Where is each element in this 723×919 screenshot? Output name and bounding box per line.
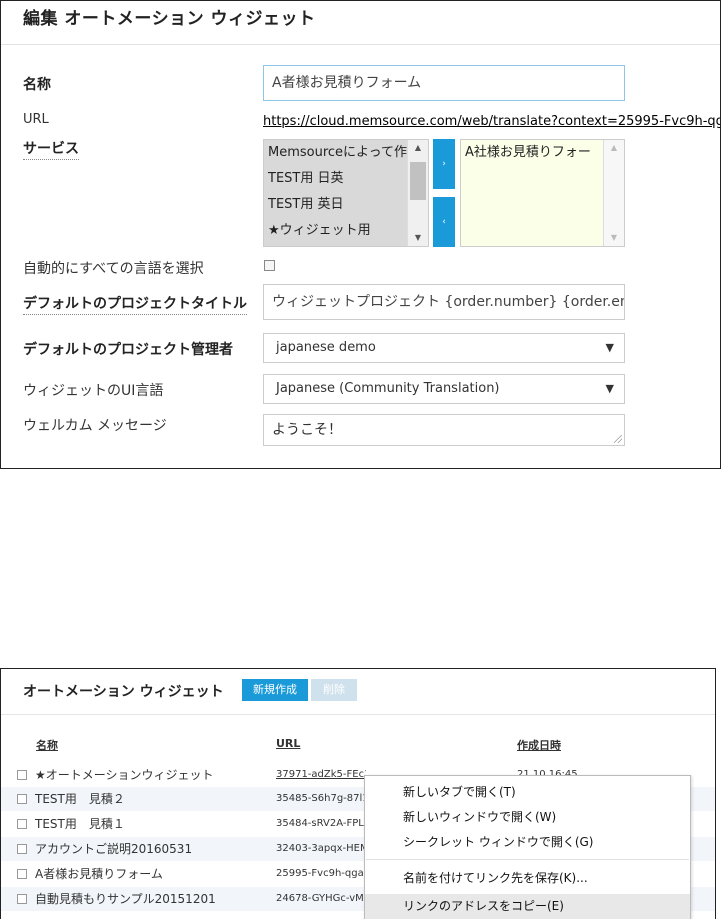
ui-language-value: Japanese (Community Translation) [276, 381, 500, 396]
welcome-message-textarea[interactable]: ようこそ！ [263, 414, 625, 446]
row-checkbox[interactable] [17, 869, 27, 879]
auto-select-languages-label: 自動的にすべての言語を選択 [23, 261, 204, 277]
name-input[interactable]: A者様お見積りフォーム [263, 65, 625, 101]
list-item[interactable]: A社様お見積りフォー [461, 140, 605, 166]
column-header-url[interactable]: URL [276, 737, 300, 750]
row-url-link[interactable]: 32403-3apqx-HEM [276, 837, 366, 861]
list-divider [1, 714, 715, 715]
row-name: ★オートメーションウィジェット [35, 768, 214, 782]
available-services-list[interactable]: Memsourceによって作 TEST用 日英 TEST用 英日 ★ウィジェット… [263, 139, 429, 247]
scroll-down-icon[interactable]: ▼ [408, 230, 428, 246]
welcome-message-label: ウェルカム メッセージ [23, 418, 167, 434]
dropdown-arrow-icon: ▼ [605, 382, 614, 395]
row-url-link[interactable]: 37971-adZk5-FEc13 [276, 763, 366, 787]
auto-select-languages-checkbox[interactable] [264, 260, 275, 271]
list-title: オートメーション ウィジェット [23, 684, 224, 700]
scroll-thumb[interactable] [410, 162, 426, 200]
list-item[interactable]: TEST用 英日 [264, 192, 408, 218]
link-context-menu: 新しいタブで開く(T) 新しいウィンドウで開く(W) シークレット ウィンドウで… [364, 775, 691, 919]
context-menu-open-new-tab[interactable]: 新しいタブで開く(T) [365, 780, 690, 805]
move-left-button[interactable]: ‹ [433, 197, 455, 247]
row-name: A者様お見積りフォーム [35, 867, 163, 881]
row-checkbox[interactable] [17, 894, 27, 904]
scroll-up-icon[interactable]: ▲ [604, 140, 624, 156]
welcome-message-value: ようこそ！ [272, 422, 342, 438]
column-header-name[interactable]: 名称 [36, 737, 58, 753]
default-manager-select[interactable]: japanese demo ▼ [263, 333, 625, 363]
resize-handle-icon[interactable] [614, 435, 622, 443]
list-item[interactable]: ★ウィジェット用 [264, 218, 408, 244]
name-label: 名称 [23, 77, 51, 93]
row-url-link[interactable]: 35485-S6h7g-87l1 [276, 787, 366, 811]
column-header-created[interactable]: 作成日時 [517, 737, 561, 753]
scroll-up-icon[interactable]: ▲ [408, 140, 428, 156]
row-url-link[interactable]: 35484-sRV2A-FPLv [276, 812, 366, 836]
list-item[interactable]: Memsourceによって作 [264, 140, 408, 166]
default-title-input[interactable]: ウィジェットプロジェクト {order.number} {order.emai [263, 284, 625, 320]
context-menu-open-new-window[interactable]: 新しいウィンドウで開く(W) [365, 805, 690, 830]
scrollbar[interactable]: ▲ ▼ [603, 140, 624, 246]
ui-language-label: ウィジェットのUI言語 [23, 383, 164, 399]
page-title: 編集 オートメーション ウィジェット [23, 9, 316, 29]
scrollbar[interactable]: ▲ ▼ [407, 140, 428, 246]
ui-language-select[interactable]: Japanese (Community Translation) ▼ [263, 374, 625, 404]
row-name: 自動見積もりサンプル20151201 [35, 892, 216, 906]
dropdown-arrow-icon: ▼ [605, 341, 614, 354]
default-manager-label: デフォルトのプロジェクト管理者 [23, 342, 233, 358]
row-url-link[interactable]: 24678-GYHGc-vMx [276, 887, 366, 911]
default-title-label: デフォルトのプロジェクトタイトル [23, 293, 247, 315]
title-divider [1, 44, 720, 45]
selected-services-list[interactable]: A社様お見積りフォー ▲ ▼ [460, 139, 625, 247]
service-label: サービス [23, 138, 79, 160]
row-name: TEST用 見積１ [35, 817, 125, 831]
row-name: アカウントご説明20160531 [35, 842, 193, 856]
row-url-link[interactable]: 25995-Fvc9h-qgal [276, 862, 366, 886]
context-menu-open-incognito[interactable]: シークレット ウィンドウで開く(G) [365, 830, 690, 855]
row-name: TEST用 見積２ [35, 792, 125, 806]
row-checkbox[interactable] [17, 794, 27, 804]
edit-widget-panel: 編集 オートメーション ウィジェット 名称 A者様お見積りフォーム URL ht… [0, 0, 721, 469]
move-right-button[interactable]: › [433, 139, 455, 189]
scroll-down-icon[interactable]: ▼ [604, 230, 624, 246]
row-checkbox[interactable] [17, 844, 27, 854]
new-widget-button[interactable]: 新規作成 [242, 679, 308, 701]
context-menu-save-link-as[interactable]: 名前を付けてリンク先を保存(K)... [365, 866, 690, 891]
row-checkbox[interactable] [17, 819, 27, 829]
widget-url-link[interactable]: https://cloud.memsource.com/web/translat… [263, 114, 720, 129]
context-menu-copy-link-address[interactable]: リンクのアドレスをコピー(E) [365, 894, 690, 919]
default-manager-value: japanese demo [276, 340, 376, 355]
row-checkbox[interactable] [17, 770, 27, 780]
url-label: URL [23, 112, 49, 127]
list-item[interactable]: TEST用 日英 [264, 166, 408, 192]
context-menu-separator [366, 859, 689, 860]
delete-widget-button[interactable]: 削除 [311, 679, 357, 701]
